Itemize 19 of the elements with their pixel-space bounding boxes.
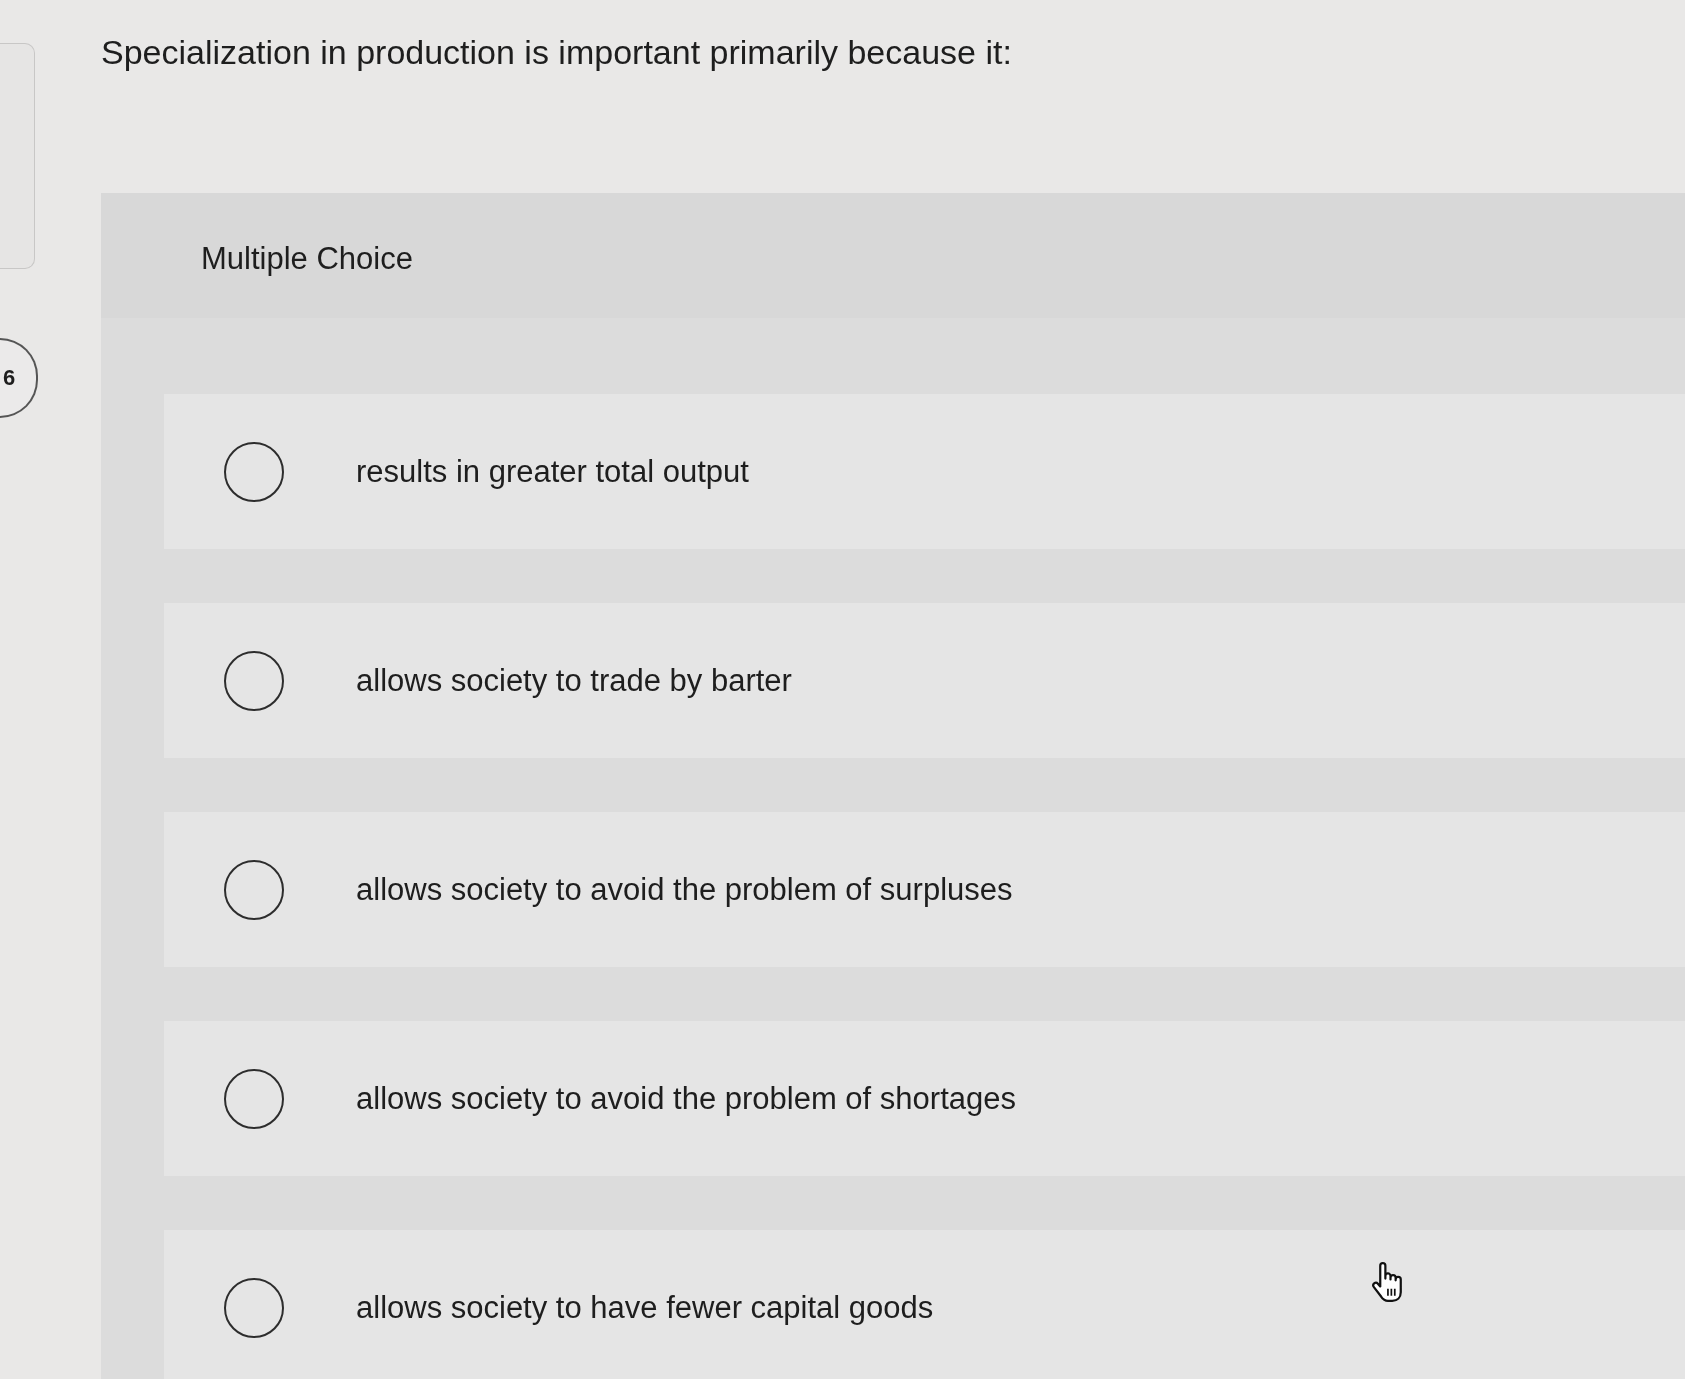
option-label: results in greater total output <box>356 452 749 491</box>
radio-button[interactable] <box>224 650 284 711</box>
radio-button[interactable] <box>224 441 284 502</box>
answer-option[interactable]: allows society to have fewer capital goods <box>164 1230 1685 1379</box>
answer-option[interactable]: allows society to trade by barter <box>164 603 1685 758</box>
answer-option[interactable]: allows society to avoid the problem of shortages <box>164 1021 1685 1176</box>
option-label: allows society to trade by barter <box>356 661 792 700</box>
option-label: allows society to have fewer capital goods <box>356 1288 934 1327</box>
radio-button[interactable] <box>224 1068 284 1129</box>
option-label: allows society to avoid the problem of surpluses <box>356 870 1013 909</box>
radio-button[interactable] <box>224 859 284 920</box>
question-number-badge: 6 <box>0 338 38 418</box>
radio-button[interactable] <box>224 1277 284 1338</box>
answer-option[interactable]: results in greater total output <box>164 394 1685 549</box>
answer-option[interactable]: allows society to avoid the problem of surpluses <box>164 812 1685 967</box>
hand-pointer-icon <box>1370 1262 1404 1302</box>
section-heading: Multiple Choice <box>201 241 413 277</box>
option-label: allows society to avoid the problem of shortages <box>356 1079 1016 1118</box>
question-text: Specialization in production is important primarily because it: <box>101 32 1013 72</box>
